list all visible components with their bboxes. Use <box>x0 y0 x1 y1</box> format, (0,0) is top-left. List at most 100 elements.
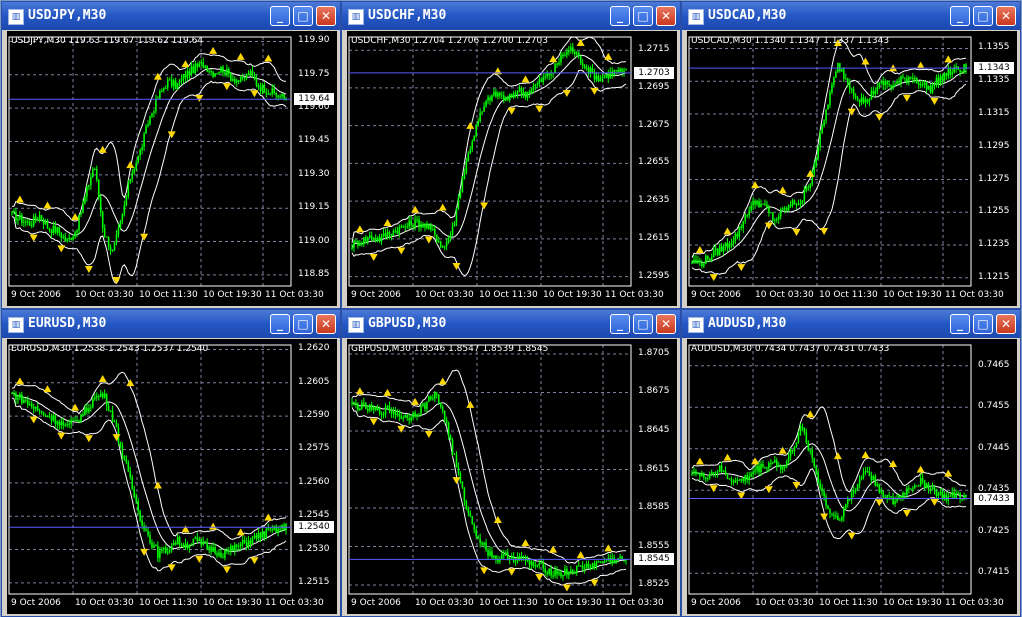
chart-window-gbpusd[interactable]: ▥ GBPUSD,M30 _ □ ✕ GBPUSD,M30 1.8546 1.8… <box>341 309 681 617</box>
chart-window-usdchf[interactable]: ▥ USDCHF,M30 _ □ ✕ USDCHF,M30 1.2704 1.2… <box>341 1 681 309</box>
candle-body <box>410 220 412 225</box>
candle-body <box>200 539 203 545</box>
chart-window-audusd[interactable]: ▥ AUDUSD,M30 _ □ ✕ AUDUSD,M30 0.7434 0.7… <box>681 309 1021 617</box>
candle-body <box>856 483 859 491</box>
candle-body <box>432 398 434 400</box>
candle-body <box>228 68 230 75</box>
candle-body <box>868 99 871 102</box>
candle-body <box>874 476 877 486</box>
candle-body <box>701 473 703 477</box>
candle-body <box>253 75 256 80</box>
price-chart[interactable]: USDCHF,M30 1.2704 1.2706 1.2700 1.2703 1… <box>347 31 677 306</box>
candle-body <box>732 481 735 483</box>
candle-body <box>121 213 124 221</box>
candle-body <box>577 52 580 56</box>
minimize-button[interactable]: _ <box>610 6 630 26</box>
candle-body <box>581 565 584 569</box>
candle-body <box>783 466 786 468</box>
candle-body <box>821 126 823 134</box>
close-button[interactable]: ✕ <box>316 314 336 334</box>
price-chart[interactable]: AUDUSD,M30 0.7434 0.7437 0.7431 0.7433 0… <box>687 339 1017 614</box>
maximize-button[interactable]: □ <box>633 314 653 334</box>
candle-body <box>182 544 185 548</box>
bollinger-lower-band <box>11 397 287 572</box>
maximize-button[interactable]: □ <box>973 314 993 334</box>
candle-body <box>882 490 885 498</box>
candle-body <box>145 529 147 532</box>
candle-body <box>556 63 558 65</box>
candle-body <box>163 547 165 550</box>
candle-body <box>437 241 440 243</box>
close-button[interactable]: ✕ <box>316 6 336 26</box>
candle-body <box>121 445 124 456</box>
close-button[interactable]: ✕ <box>656 6 676 26</box>
close-button[interactable]: ✕ <box>656 314 676 334</box>
candle-body <box>520 88 523 95</box>
candle-body <box>712 250 715 258</box>
candle-body <box>216 73 218 75</box>
window-titlebar[interactable]: ▥ AUDUSD,M30 _ □ ✕ <box>682 310 1020 338</box>
candle-body <box>872 476 875 480</box>
minimize-button[interactable]: _ <box>270 314 290 334</box>
bollinger-upper-band <box>351 369 626 565</box>
maximize-button[interactable]: □ <box>633 6 653 26</box>
candle-body <box>477 121 479 126</box>
candle-body <box>607 74 610 79</box>
candle-body <box>858 99 861 103</box>
candle-body <box>487 550 489 556</box>
candle-body <box>267 528 270 530</box>
window-titlebar[interactable]: ▥ EURUSD,M30 _ □ ✕ <box>2 310 340 338</box>
minimize-button[interactable]: _ <box>610 314 630 334</box>
close-button[interactable]: ✕ <box>996 6 1016 26</box>
price-chart[interactable]: EURUSD,M30 1.2538 1.2543 1.2537 1.2540 1… <box>7 339 337 614</box>
symbol-ohlc-label: USDJPY,M30 119.63 119.67 119.62 119.64 <box>11 36 204 46</box>
maximize-button[interactable]: □ <box>293 6 313 26</box>
candle-body <box>805 187 808 191</box>
close-button[interactable]: ✕ <box>996 314 1016 334</box>
candle-body <box>530 89 533 94</box>
candle-body <box>192 66 195 74</box>
fractal-up-marker <box>944 469 953 477</box>
current-price-tag: 1.2540 <box>294 521 334 534</box>
chart-window-icon: ▥ <box>8 9 24 25</box>
window-titlebar[interactable]: ▥ USDCAD,M30 _ □ ✕ <box>682 2 1020 30</box>
candle-body <box>577 565 580 567</box>
minimize-button[interactable]: _ <box>270 6 290 26</box>
minimize-button[interactable]: _ <box>950 314 970 334</box>
candle-body <box>915 78 918 84</box>
candle-body <box>587 563 590 568</box>
y-tick-label: 0.7425 <box>978 525 1010 536</box>
candle-body <box>351 247 353 249</box>
candle-body <box>394 411 397 415</box>
candle-body <box>532 561 535 567</box>
candle-body <box>359 243 361 246</box>
candle-body <box>560 54 562 63</box>
window-titlebar[interactable]: ▥ USDCHF,M30 _ □ ✕ <box>342 2 680 30</box>
candle-body <box>453 222 456 227</box>
candle-body <box>30 225 33 227</box>
candle-body <box>699 472 701 477</box>
candle-body <box>615 69 617 71</box>
candle-body <box>481 542 483 545</box>
maximize-button[interactable]: □ <box>973 6 993 26</box>
window-titlebar[interactable]: ▥ USDJPY,M30 _ □ ✕ <box>2 2 340 30</box>
minimize-button[interactable]: _ <box>950 6 970 26</box>
chart-window-usdcad[interactable]: ▥ USDCAD,M30 _ □ ✕ USDCAD,M30 1.1340 1.1… <box>681 1 1021 309</box>
candle-body <box>860 97 863 103</box>
candle-body <box>923 480 926 488</box>
candle-body <box>261 84 264 91</box>
price-chart[interactable]: USDJPY,M30 119.63 119.67 119.62 119.64 1… <box>7 31 337 306</box>
candle-body <box>131 477 134 489</box>
candle-body <box>485 100 487 107</box>
y-tick-label: 119.30 <box>298 168 330 179</box>
candle-body <box>908 488 910 490</box>
window-titlebar[interactable]: ▥ GBPUSD,M30 _ □ ✕ <box>342 310 680 338</box>
maximize-button[interactable]: □ <box>293 314 313 334</box>
chart-window-eurusd[interactable]: ▥ EURUSD,M30 _ □ ✕ EURUSD,M30 1.2538 1.2… <box>1 309 341 617</box>
price-chart[interactable]: USDCAD,M30 1.1340 1.1347 1.1337 1.1343 1… <box>687 31 1017 306</box>
candle-body <box>866 471 869 473</box>
chart-window-usdjpy[interactable]: ▥ USDJPY,M30 _ □ ✕ USDJPY,M30 119.63 119… <box>1 1 341 309</box>
candle-body <box>99 197 102 213</box>
candle-body <box>514 93 517 95</box>
price-chart[interactable]: GBPUSD,M30 1.8546 1.8547 1.8539 1.8545 1… <box>347 339 677 614</box>
